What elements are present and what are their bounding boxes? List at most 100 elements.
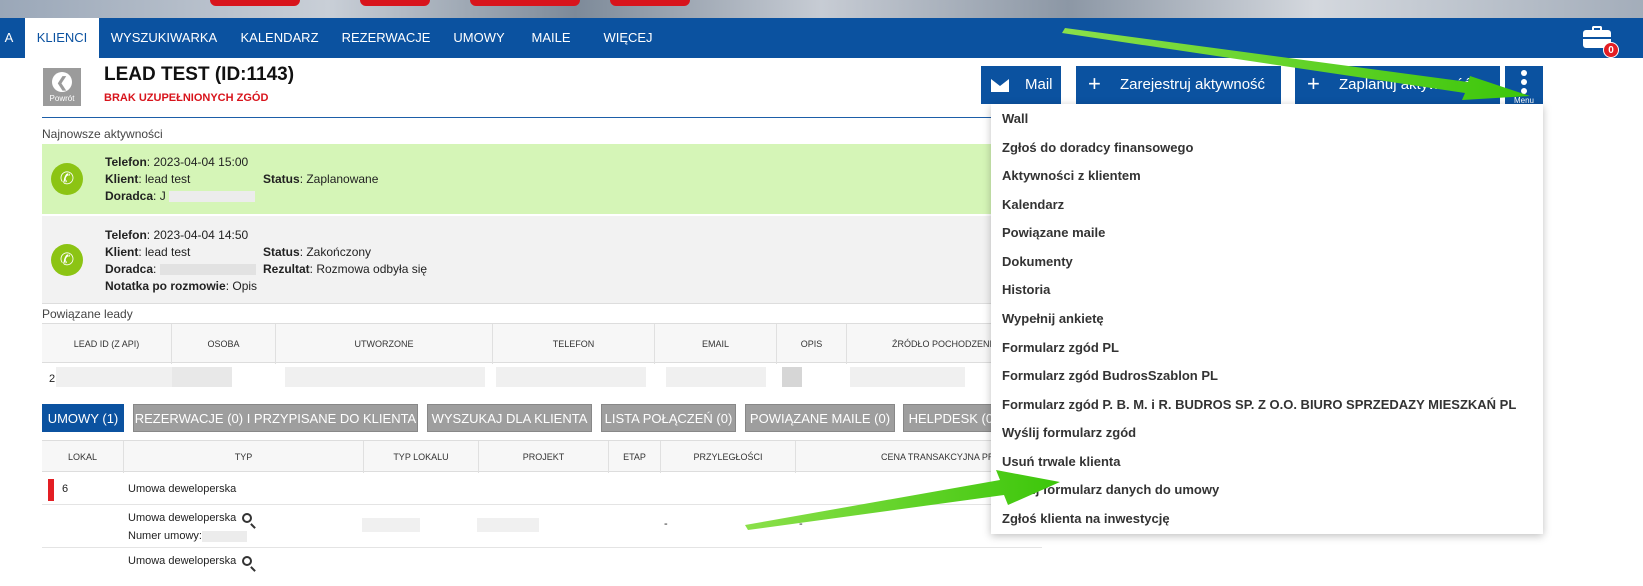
column-header[interactable]: TYP LOKALU [364, 441, 479, 473]
tab-lista-polaczen[interactable]: LISTA POŁĄCZEŃ (0) [601, 404, 736, 432]
menu-item-history[interactable]: Historia [1002, 282, 1050, 297]
menu-item-delete-client[interactable]: Usuń trwale klienta [1002, 454, 1120, 469]
column-header[interactable]: UTWORZONE [276, 324, 493, 364]
column-header[interactable]: OSOBA [172, 324, 276, 364]
contract-number-label: Numer umowy: [128, 530, 202, 542]
advisor-value: : [153, 262, 157, 276]
divider [42, 117, 1042, 118]
lokal-cell: 6 [62, 483, 69, 495]
redacted-cell [172, 367, 232, 387]
typ-cell: Umowa deweloperska [128, 512, 237, 524]
column-header[interactable]: EMAIL [655, 324, 777, 364]
banner-decoration [610, 0, 690, 6]
phone-label: Telefon [105, 228, 147, 242]
register-activity-button[interactable]: + Zarejestruj aktywność [1076, 66, 1281, 104]
phone-label: Telefon [105, 155, 147, 169]
menu-item-send-consent-form[interactable]: Wyślij formularz zgód [1002, 425, 1136, 440]
redacted-cell [666, 367, 766, 387]
redacted-text [202, 531, 247, 542]
menu-item-documents[interactable]: Dokumenty [1002, 254, 1073, 269]
briefcase-icon[interactable]: 0 [1581, 24, 1619, 58]
tab-umowy[interactable]: UMOWY (1) [42, 404, 124, 432]
column-header[interactable]: PRZYLEGŁOŚCI [661, 441, 796, 473]
status-indicator [48, 479, 54, 501]
client-value: : lead test [138, 172, 191, 186]
page-title: LEAD TEST (ID:1143) [104, 64, 295, 85]
actions-dropdown-menu: Wall Zgłoś do doradcy finansowego Aktywn… [991, 104, 1543, 534]
nav-item-a[interactable]: A [0, 18, 18, 58]
table-row[interactable]: Umowa deweloperska [42, 549, 1042, 586]
redacted-cell [285, 367, 485, 387]
search-icon[interactable] [242, 556, 253, 567]
column-header[interactable]: LEAD ID (Z API) [42, 324, 172, 364]
contracts-table-header: LOKAL TYP TYP LOKALU PROJEKT ETAP PRZYLE… [42, 440, 1042, 473]
status-value: : Zakończony [299, 245, 372, 259]
note-label: Notatka po rozmowie [105, 279, 226, 293]
phone-value: : 2023-04-04 14:50 [146, 228, 249, 242]
tab-wyszukaj[interactable]: WYSZUKAJ DLA KLIENTA [427, 404, 592, 432]
envelope-icon [991, 79, 1009, 92]
column-header[interactable]: PROJEKT [479, 441, 609, 473]
menu-item-related-mails[interactable]: Powiązane maile [1002, 225, 1105, 240]
menu-button[interactable]: Menu [1505, 66, 1543, 106]
activities-section-label: Najnowsze aktywności [42, 127, 163, 141]
table-row[interactable]: 6 Umowa deweloperska [42, 473, 1042, 505]
lead-id-cell: 2 [49, 373, 56, 385]
column-header[interactable]: TELEFON [493, 324, 655, 364]
redacted-cell [782, 367, 802, 387]
consent-warning: BRAK UZUPEŁNIONYCH ZGÓD [104, 92, 269, 104]
menu-item-report-to-investment[interactable]: Zgłoś klienta na inwestycję [1002, 511, 1170, 526]
result-value: : Rozmowa odbyła się [309, 262, 428, 276]
column-header[interactable]: ETAP [609, 441, 661, 473]
client-label: Klient [105, 172, 139, 186]
nav-item-maile[interactable]: MAILE [520, 18, 582, 58]
tab-powiazane-maile[interactable]: POWIĄZANE MAILE (0) [745, 404, 895, 432]
nav-item-kalendarz[interactable]: KALENDARZ [232, 18, 327, 58]
tab-helpdesk[interactable]: HELPDESK (0) [903, 404, 1003, 432]
nav-item-wyszukiwarka[interactable]: WYSZUKIWARKA [104, 18, 224, 58]
phone-icon: ✆ [51, 244, 83, 276]
redacted-text [169, 191, 256, 203]
tab-rezerwacje[interactable]: REZERWACJE (0) I PRZYPISANE DO KLIENTA [133, 404, 418, 432]
banner-decoration [210, 0, 300, 6]
menu-item-consent-form-pl[interactable]: Formularz zgód PL [1002, 340, 1119, 355]
redacted-cell [496, 367, 646, 387]
mail-button-label: Mail [1025, 76, 1053, 93]
top-banner-image [0, 0, 1643, 18]
nav-item-rezerwacje[interactable]: REZERWACJE [335, 18, 437, 58]
client-value: : lead test [138, 245, 191, 259]
redacted-cell [56, 367, 176, 387]
leads-section-label: Powiązane leady [42, 307, 133, 321]
nav-item-wiecej[interactable]: WIĘCEJ [590, 18, 666, 58]
column-header[interactable]: OPIS [777, 324, 847, 364]
menu-item-consent-form-budros[interactable]: Formularz zgód BudrosSzablon PL [1002, 368, 1218, 383]
banner-decoration [470, 0, 580, 6]
menu-item-send-contract-data-form[interactable]: Wyślij formularz danych do umowy [1002, 482, 1219, 497]
menu-item-client-activities[interactable]: Aktywności z klientem [1002, 168, 1141, 183]
table-row[interactable]: Umowa deweloperska Numer umowy: - - [42, 506, 1042, 548]
plan-activity-button[interactable]: + Zaplanuj aktywność [1295, 66, 1500, 104]
column-header[interactable]: TYP [124, 441, 364, 473]
menu-item-financial-advisor[interactable]: Zgłoś do doradcy finansowego [1002, 140, 1193, 155]
przyleglosci-cell: - [799, 518, 803, 530]
search-icon[interactable] [242, 513, 253, 524]
back-button[interactable]: ❮ Powrót [43, 68, 81, 106]
register-activity-label: Zarejestruj aktywność [1120, 76, 1266, 93]
advisor-label: Doradca [105, 262, 154, 276]
nav-item-klienci[interactable]: KLIENCI [25, 18, 99, 58]
client-label: Klient [105, 245, 139, 259]
mail-button[interactable]: Mail [981, 66, 1061, 104]
menu-item-fill-survey[interactable]: Wypełnij ankietę [1002, 311, 1104, 326]
menu-item-wall[interactable]: Wall [1002, 111, 1028, 126]
activity-item[interactable]: ✆ Telefon: 2023-04-04 14:50 Klient: lead… [42, 216, 1042, 304]
note-value: : Opis [225, 279, 258, 293]
nav-item-umowy[interactable]: UMOWY [444, 18, 514, 58]
plus-icon: + [1307, 71, 1320, 96]
main-nav: A KLIENCI WYSZUKIWARKA KALENDARZ REZERWA… [0, 18, 1643, 58]
column-header[interactable]: LOKAL [42, 441, 124, 473]
activity-item[interactable]: ✆ Telefon: 2023-04-04 15:00 Klient: lead… [42, 144, 1042, 214]
menu-item-calendar[interactable]: Kalendarz [1002, 197, 1064, 212]
table-row[interactable]: 2 [42, 367, 1042, 393]
advisor-value: : J [153, 189, 166, 203]
menu-item-consent-form-pbm[interactable]: Formularz zgód P. B. M. i R. BUDROS SP. … [1002, 397, 1516, 412]
